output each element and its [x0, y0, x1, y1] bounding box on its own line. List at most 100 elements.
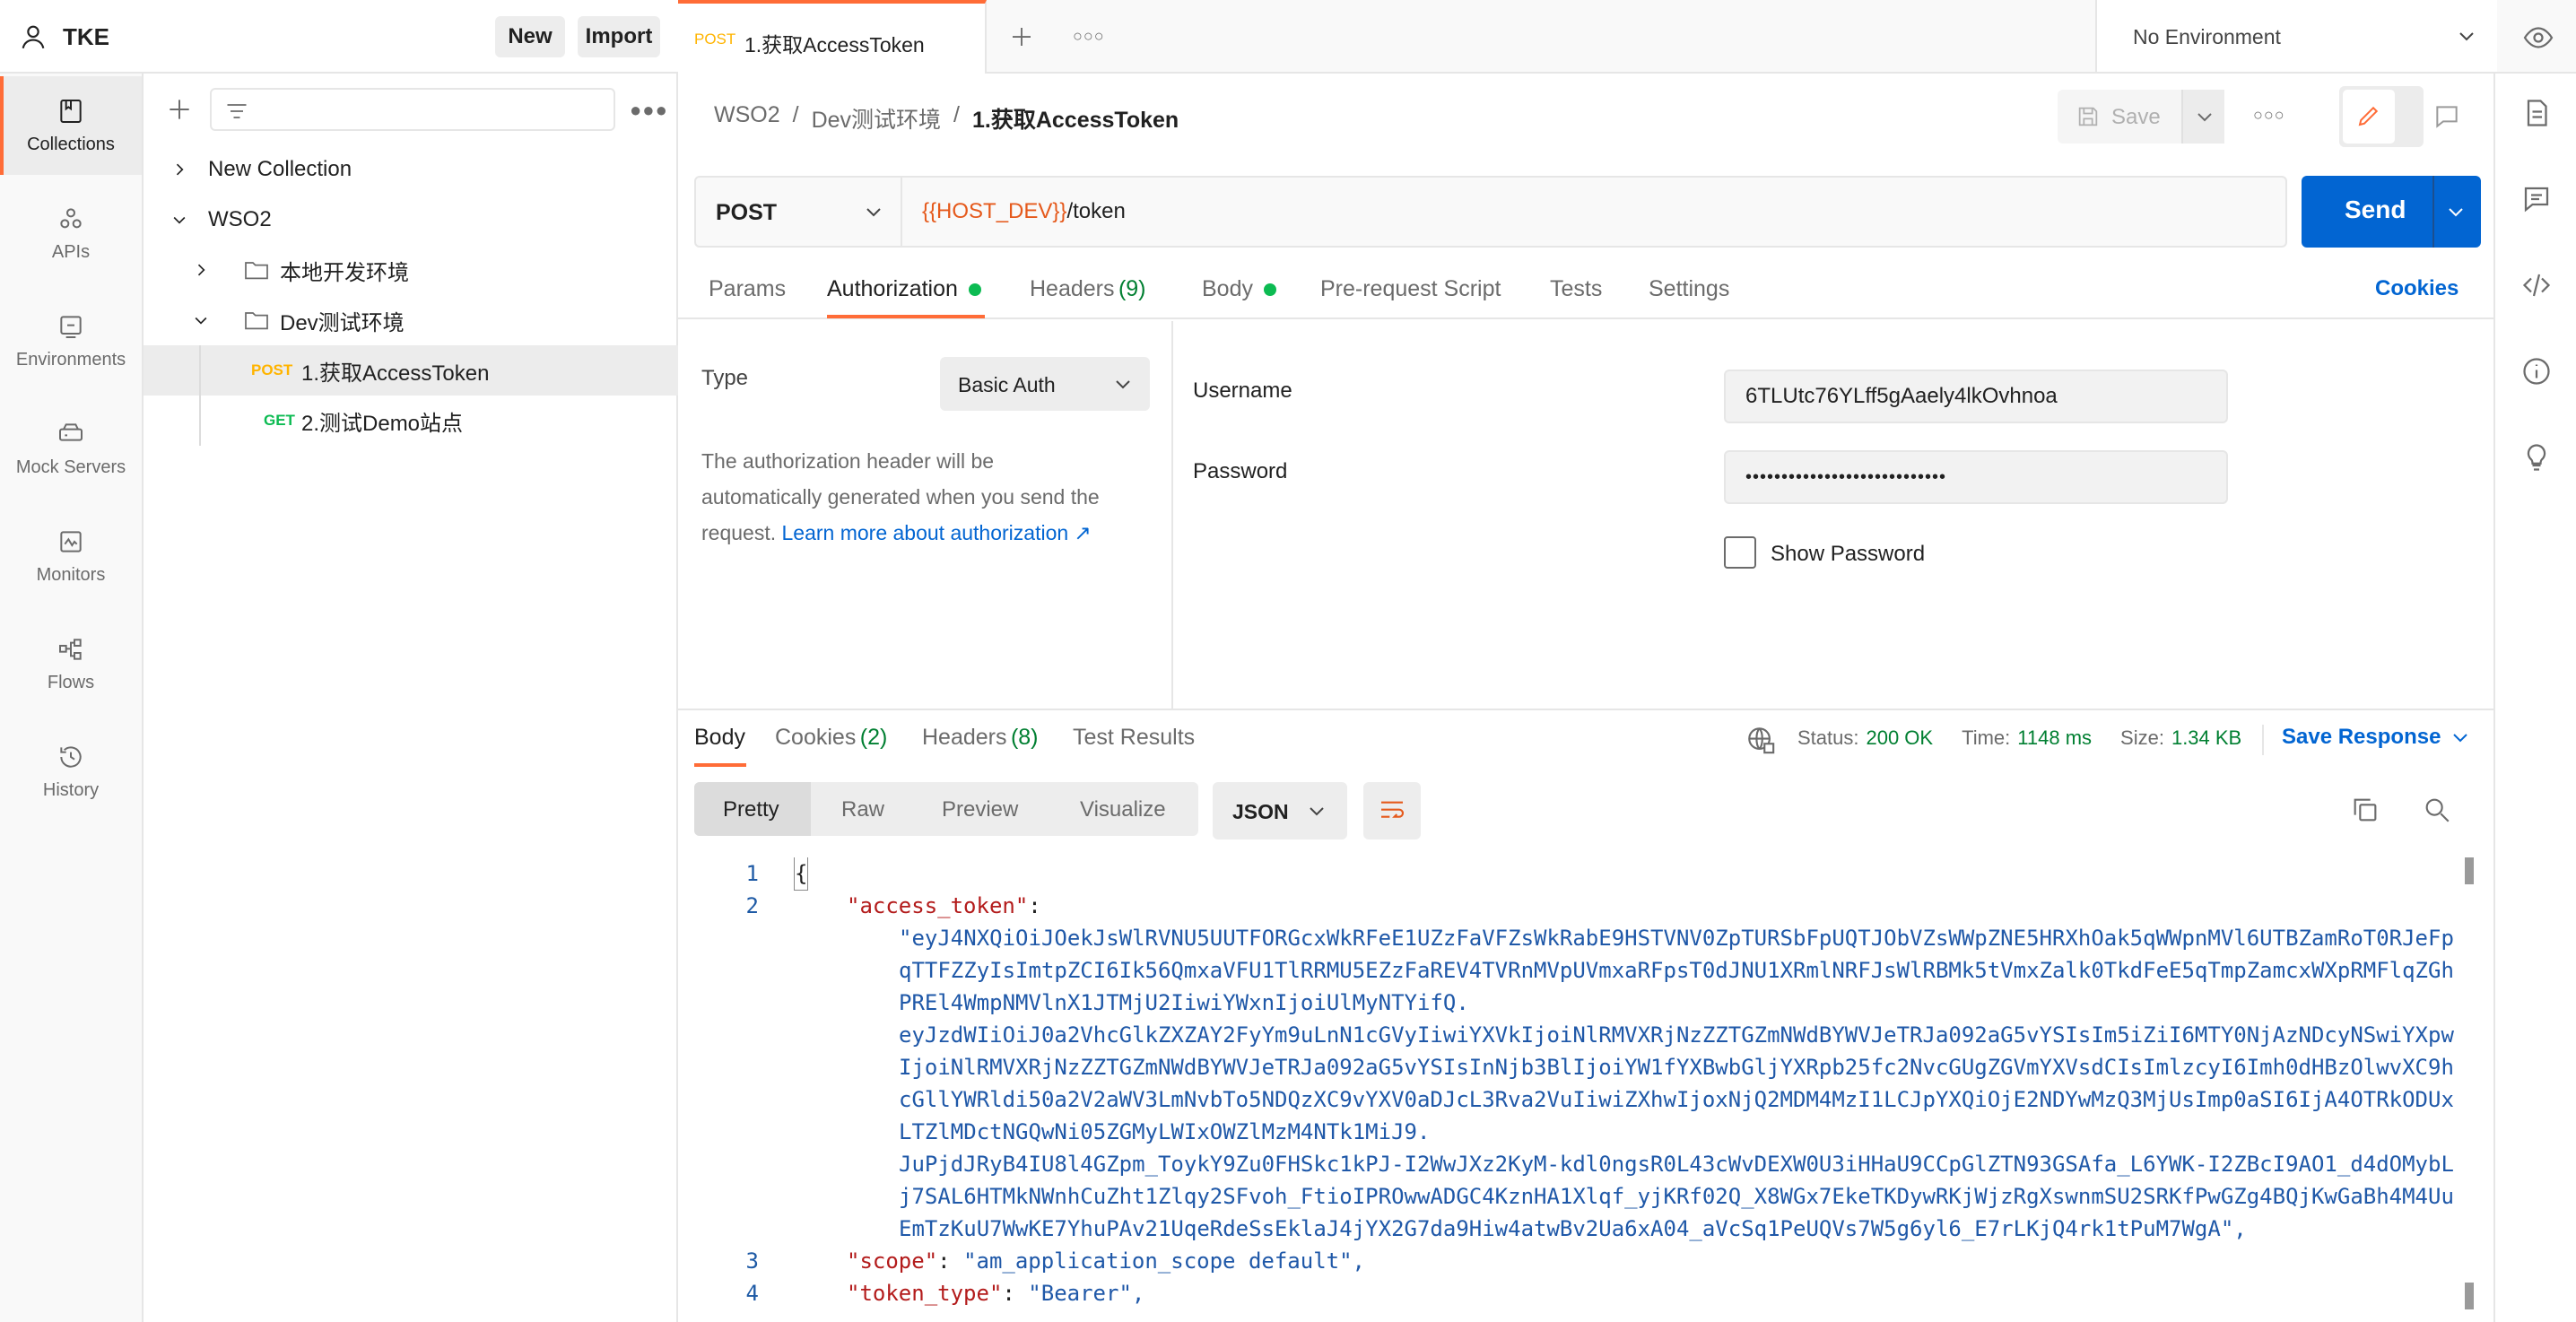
tab-prerequest[interactable]: Pre-request Script [1320, 276, 1501, 302]
chevron-down-icon[interactable] [2445, 201, 2467, 222]
format-value: JSON [1232, 800, 1289, 823]
breadcrumb-collection[interactable]: WSO2 [714, 102, 780, 135]
comment-mode-icon[interactable] [2432, 102, 2461, 131]
wrap-lines-button[interactable] [1363, 782, 1421, 839]
tree-wso2[interactable]: WSO2 [144, 195, 678, 245]
new-button[interactable]: New [495, 16, 565, 57]
view-raw[interactable]: Raw [841, 797, 884, 822]
copy-icon[interactable] [2350, 795, 2380, 825]
token-line: IjoiNlRMVXRjNzZZTGZmNWdBYWVJeTRJa092aG5v… [899, 1055, 2454, 1080]
rail-collections[interactable]: Collections [0, 76, 142, 175]
filter-input[interactable] [210, 88, 615, 131]
scrollbar-thumb-top[interactable] [2465, 857, 2474, 884]
tab-tests[interactable]: Tests [1550, 276, 1602, 302]
rail-environments[interactable]: Environments [0, 291, 142, 390]
resp-tab-cookies[interactable]: Cookies (2) [775, 725, 887, 751]
cookies-link[interactable]: Cookies [2375, 276, 2459, 301]
tree-request-demo[interactable]: GET 2.测试Demo站点 [144, 396, 678, 446]
globe-icon[interactable] [1745, 725, 1776, 755]
format-select[interactable]: JSON [1213, 782, 1347, 839]
send-button[interactable]: Send [2302, 176, 2481, 248]
breadcrumb-folder[interactable]: Dev测试环境 [812, 102, 941, 135]
save-dropdown[interactable] [2181, 90, 2224, 144]
url-input[interactable]: {{HOST_DEV}}/token [922, 199, 1126, 224]
right-context-bar [2493, 74, 2576, 1322]
eye-icon[interactable] [2522, 22, 2554, 54]
lightbulb-icon[interactable] [2520, 441, 2553, 474]
tab-params[interactable]: Params [709, 276, 786, 302]
chevron-right-icon [197, 264, 205, 276]
view-pretty[interactable]: Pretty [694, 782, 811, 836]
resp-tab-headers[interactable]: Headers (8) [922, 725, 1039, 751]
response-code-view[interactable]: 1 2 3 4 { "access_token": "eyJ4NXQiOiJOe… [678, 857, 2472, 1306]
tree-request-token[interactable]: POST 1.获取AccessToken [144, 345, 678, 446]
chevron-down-icon [195, 317, 207, 325]
new-tab-plus-icon[interactable] [1008, 23, 1035, 50]
json-value: "Bearer", [1028, 1281, 1145, 1306]
view-preview[interactable]: Preview [942, 797, 1018, 822]
request-tabs: Params Authorization Headers (9) Body Pr… [678, 269, 2493, 319]
tab-settings[interactable]: Settings [1649, 276, 1729, 302]
chevron-down-icon [1310, 807, 1324, 816]
rail-flows[interactable]: Flows [0, 614, 142, 713]
chevron-right-icon [176, 163, 184, 176]
code-icon[interactable] [2520, 269, 2553, 301]
tab-label: Headers [1030, 276, 1115, 301]
info-icon[interactable] [2520, 355, 2553, 387]
line-number: 4 [745, 1281, 759, 1306]
status-value[interactable]: 200 OK [1866, 726, 1933, 750]
tree-label: 1.获取AccessToken [301, 361, 490, 386]
resp-tab-test-results[interactable]: Test Results [1073, 725, 1195, 751]
tab-label: Body [694, 725, 745, 750]
tree-folder-local[interactable]: 本地开发环境 [144, 245, 678, 295]
username-input[interactable]: 6TLUtc76YLff5gAaely4lkOvhnoa [1724, 370, 2228, 423]
tab-more-icon[interactable]: ○○○ [1073, 27, 1105, 46]
tab-label: Headers [922, 725, 1007, 750]
view-mode-group: Pretty Raw Preview Visualize [694, 782, 1198, 836]
password-input[interactable]: •••••••••••••••••••••••••••• [1724, 450, 2228, 504]
save-response-button[interactable]: Save Response [2282, 725, 2471, 750]
plus-icon[interactable] [165, 95, 194, 124]
edit-mode-button[interactable] [2343, 90, 2395, 144]
tree-folder-dev[interactable]: Dev测试环境 [144, 295, 678, 345]
status-dot [1263, 283, 1276, 296]
environment-value: No Environment [2133, 25, 2281, 48]
tree-label: 本地开发环境 [280, 260, 409, 285]
auth-type-select[interactable]: Basic Auth [940, 357, 1150, 411]
rail-mock-servers[interactable]: Mock Servers [0, 399, 142, 498]
tab-count: (8) [1010, 725, 1039, 750]
breadcrumb-separator: / [792, 102, 799, 127]
rail-monitors[interactable]: Monitors [0, 507, 142, 605]
tab-headers[interactable]: Headers (9) [1030, 276, 1146, 302]
request-more-icon[interactable]: ○○○ [2253, 106, 2285, 125]
comments-icon[interactable] [2520, 183, 2553, 215]
time-value[interactable]: 1148 ms [2017, 726, 2092, 750]
size-value[interactable]: 1.34 KB [2171, 726, 2241, 750]
tree-new-collection[interactable]: New Collection [144, 144, 678, 195]
save-icon [2078, 107, 2098, 126]
documentation-icon[interactable] [2520, 97, 2553, 129]
search-icon[interactable] [2422, 795, 2452, 825]
tab-body[interactable]: Body [1202, 276, 1276, 302]
auth-type-panel: Type Basic Auth The authorization header… [678, 321, 1173, 709]
rail-label: Environments [15, 349, 126, 370]
resp-tab-body[interactable]: Body [694, 725, 748, 768]
breadcrumb-current: 1.获取AccessToken [972, 108, 1179, 133]
tab-authorization[interactable]: Authorization [827, 276, 981, 302]
json-colon: : [1028, 893, 1041, 918]
request-tab[interactable]: POST 1.获取AccessToken [678, 0, 987, 74]
left-rail: Collections APIs Environments Mock Serve… [0, 0, 144, 1322]
mock-servers-icon [59, 422, 83, 441]
show-password-checkbox[interactable] [1724, 536, 1756, 569]
rail-apis[interactable]: APIs [0, 184, 142, 283]
token-line: eyJzdWIiOiJ0a2VhcGlkZXZAY2FyYm9uLnN1cGVy… [899, 1022, 2454, 1048]
import-button[interactable]: Import [578, 16, 660, 57]
rail-history[interactable]: History [0, 722, 142, 821]
environment-select[interactable]: No Environment [2095, 0, 2497, 72]
learn-more-link[interactable]: Learn more about authorization ↗ [782, 521, 1092, 544]
active-tab-indicator [827, 315, 985, 318]
method-select[interactable]: POST [696, 178, 902, 246]
scrollbar-thumb-bottom[interactable] [2465, 1283, 2474, 1309]
view-visualize[interactable]: Visualize [1080, 797, 1166, 822]
more-options-icon[interactable]: ●●● [630, 99, 668, 122]
